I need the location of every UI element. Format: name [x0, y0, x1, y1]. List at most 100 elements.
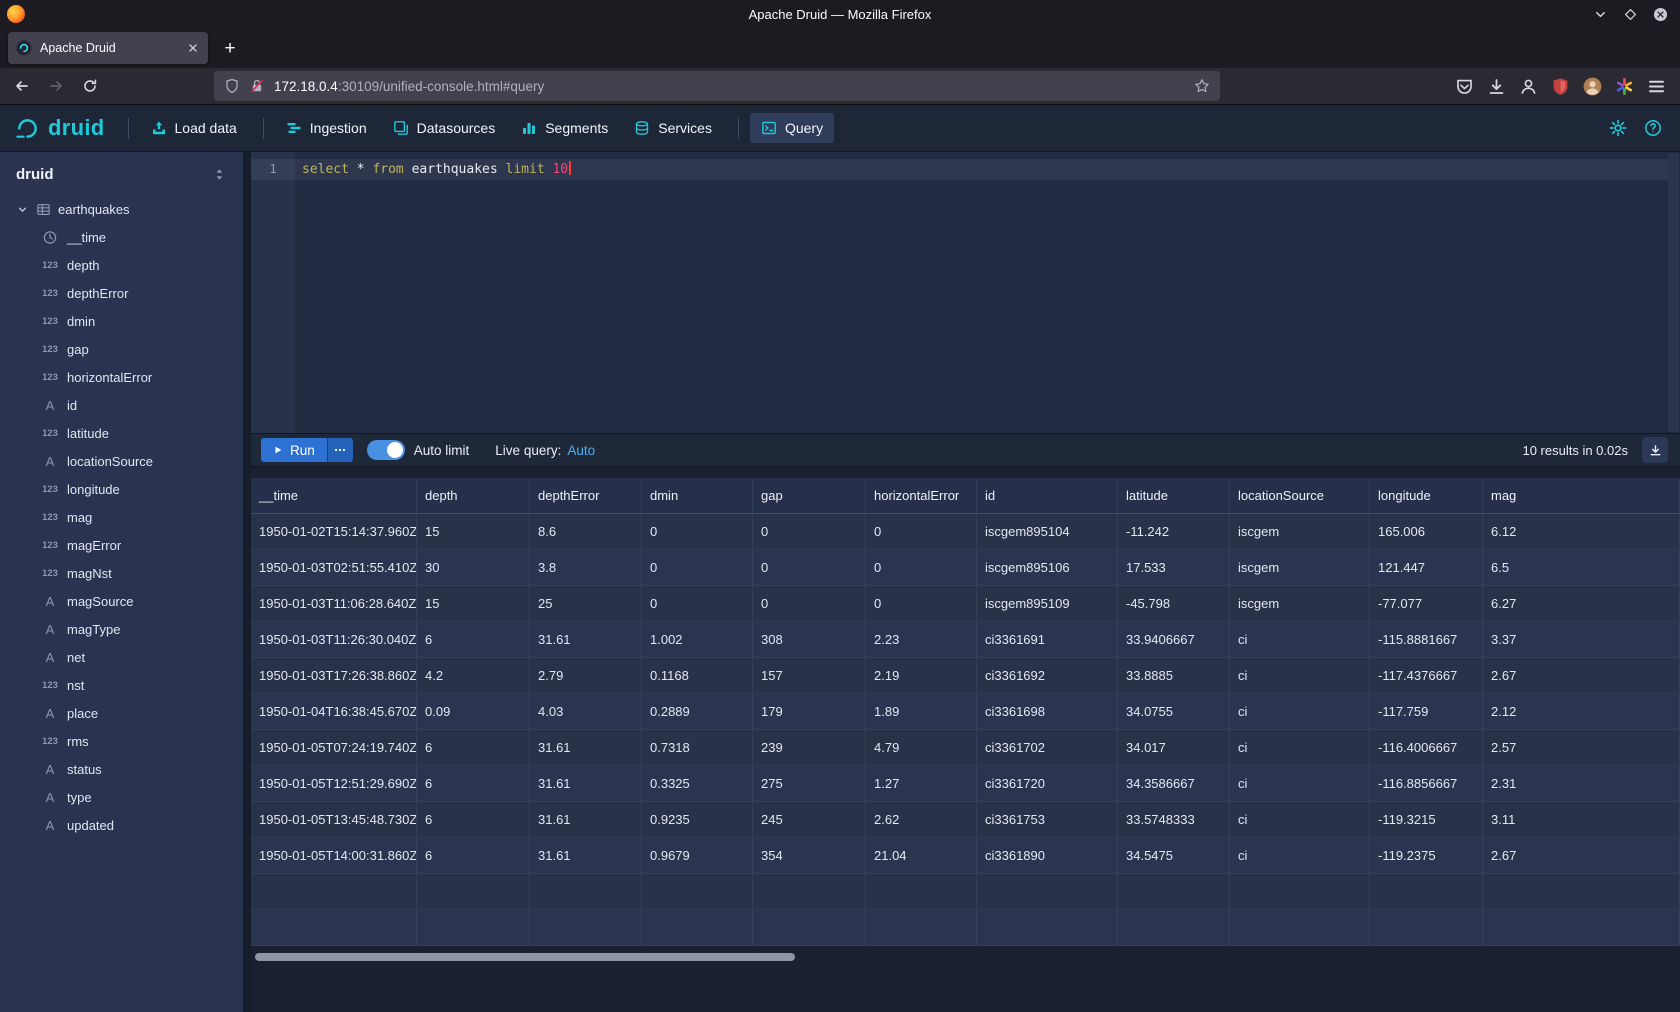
sidebar-column-mag[interactable]: 123mag — [0, 503, 243, 531]
cell-depth[interactable]: 6 — [417, 802, 530, 837]
cell-locationSource[interactable]: ci — [1230, 730, 1370, 765]
run-button[interactable]: Run — [261, 438, 327, 462]
cell-horizontalError[interactable]: 2.19 — [866, 658, 977, 693]
column-header-mag[interactable]: mag — [1483, 478, 1680, 513]
cell-id[interactable]: ci3361691 — [977, 622, 1118, 657]
cell-mag[interactable]: 2.67 — [1483, 658, 1680, 693]
cell-horizontalError[interactable]: 0 — [866, 550, 977, 585]
extension-pinwheel-button[interactable] — [1615, 77, 1634, 96]
cell-mag[interactable]: 2.67 — [1483, 838, 1680, 873]
forward-button[interactable] — [42, 72, 70, 100]
cell-id[interactable]: ci3361702 — [977, 730, 1118, 765]
tracking-shield-icon[interactable] — [224, 78, 240, 94]
editor-scrollbar[interactable] — [1668, 153, 1679, 432]
cell-latitude[interactable]: 33.5748333 — [1118, 802, 1230, 837]
cell-locationSource[interactable]: ci — [1230, 766, 1370, 801]
adblock-shield-button[interactable] — [1551, 77, 1570, 96]
cell-longitude[interactable]: -117.4376667 — [1370, 658, 1483, 693]
sidebar-column-place[interactable]: Aplace — [0, 699, 243, 727]
cell-latitude[interactable]: 17.533 — [1118, 550, 1230, 585]
cell-mag[interactable]: 6.5 — [1483, 550, 1680, 585]
sidebar-column-depthError[interactable]: 123depthError — [0, 279, 243, 307]
cell-longitude[interactable]: -116.4006667 — [1370, 730, 1483, 765]
chevron-down-icon[interactable] — [16, 203, 29, 216]
sidebar-column-latitude[interactable]: 123latitude — [0, 419, 243, 447]
cell-id[interactable]: ci3361698 — [977, 694, 1118, 729]
column-header-horizontalError[interactable]: horizontalError — [866, 478, 977, 513]
cell-depthError[interactable]: 25 — [530, 586, 642, 621]
cell-mag[interactable]: 6.27 — [1483, 586, 1680, 621]
sidebar-column-id[interactable]: Aid — [0, 391, 243, 419]
column-header-gap[interactable]: gap — [753, 478, 866, 513]
horizontal-scrollbar[interactable] — [255, 953, 795, 961]
new-tab-button[interactable]: + — [216, 34, 244, 62]
nav-item-query[interactable]: Query — [750, 113, 834, 143]
cell-id[interactable]: iscgem895104 — [977, 514, 1118, 549]
cell-__time[interactable]: 1950-01-03T11:06:28.640Z — [251, 586, 417, 621]
cell-locationSource[interactable]: ci — [1230, 694, 1370, 729]
live-query-mode-link[interactable]: Auto — [567, 443, 595, 458]
cell-gap[interactable]: 308 — [753, 622, 866, 657]
sql-query-text[interactable]: select * from earthquakes limit 10 — [295, 159, 571, 180]
cell-dmin[interactable]: 0.2889 — [642, 694, 753, 729]
cell-dmin[interactable]: 0 — [642, 586, 753, 621]
sidebar-column-__time[interactable]: __time — [0, 223, 243, 251]
cell-__time[interactable]: 1950-01-05T12:51:29.690Z — [251, 766, 417, 801]
cell-dmin[interactable]: 0 — [642, 514, 753, 549]
cell-gap[interactable]: 354 — [753, 838, 866, 873]
cell-mag[interactable]: 2.31 — [1483, 766, 1680, 801]
cell-locationSource[interactable]: iscgem — [1230, 586, 1370, 621]
window-chevron-icon[interactable] — [1593, 7, 1608, 22]
cell-depthError[interactable]: 3.8 — [530, 550, 642, 585]
cell-depth[interactable]: 0.09 — [417, 694, 530, 729]
cell-gap[interactable]: 0 — [753, 550, 866, 585]
cell-longitude[interactable]: -115.8881667 — [1370, 622, 1483, 657]
cell-mag[interactable]: 2.57 — [1483, 730, 1680, 765]
cell-longitude[interactable]: 121.447 — [1370, 550, 1483, 585]
cell-mag[interactable]: 3.37 — [1483, 622, 1680, 657]
cell-gap[interactable]: 239 — [753, 730, 866, 765]
sidebar-column-magError[interactable]: 123magError — [0, 531, 243, 559]
cell-id[interactable]: iscgem895106 — [977, 550, 1118, 585]
column-header-depth[interactable]: depth — [417, 478, 530, 513]
cell-dmin[interactable]: 1.002 — [642, 622, 753, 657]
pocket-button[interactable] — [1455, 77, 1474, 96]
column-header-longitude[interactable]: longitude — [1370, 478, 1483, 513]
nav-item-load-data[interactable]: Load data — [140, 113, 248, 143]
sidebar-column-dmin[interactable]: 123dmin — [0, 307, 243, 335]
browser-tab-apache-druid[interactable]: Apache Druid — [8, 32, 208, 64]
cell-horizontalError[interactable]: 0 — [866, 586, 977, 621]
nav-item-services[interactable]: Services — [623, 113, 723, 143]
cell-locationSource[interactable]: iscgem — [1230, 514, 1370, 549]
cell-id[interactable]: ci3361890 — [977, 838, 1118, 873]
cell-id[interactable]: ci3361753 — [977, 802, 1118, 837]
cell-longitude[interactable]: 165.006 — [1370, 514, 1483, 549]
cell-depth[interactable]: 6 — [417, 838, 530, 873]
cell-id[interactable]: iscgem895109 — [977, 586, 1118, 621]
cell-mag[interactable]: 6.12 — [1483, 514, 1680, 549]
cell-depthError[interactable]: 31.61 — [530, 802, 642, 837]
cell-latitude[interactable]: 34.017 — [1118, 730, 1230, 765]
menu-button[interactable] — [1647, 77, 1666, 96]
cell-dmin[interactable]: 0.9235 — [642, 802, 753, 837]
cell-horizontalError[interactable]: 1.27 — [866, 766, 977, 801]
cell-depth[interactable]: 30 — [417, 550, 530, 585]
sidebar-column-gap[interactable]: 123gap — [0, 335, 243, 363]
cell-horizontalError[interactable]: 1.89 — [866, 694, 977, 729]
tab-close-icon[interactable] — [186, 41, 200, 55]
sidebar-table-earthquakes[interactable]: earthquakes — [0, 195, 243, 223]
cell-horizontalError[interactable]: 2.62 — [866, 802, 977, 837]
sidebar-column-longitude[interactable]: 123longitude — [0, 475, 243, 503]
column-header-locationSource[interactable]: locationSource — [1230, 478, 1370, 513]
cell-id[interactable]: ci3361692 — [977, 658, 1118, 693]
back-button[interactable] — [8, 72, 36, 100]
run-more-button[interactable] — [327, 438, 353, 462]
cell-__time[interactable]: 1950-01-05T14:00:31.860Z — [251, 838, 417, 873]
cell-locationSource[interactable]: iscgem — [1230, 550, 1370, 585]
cell-latitude[interactable]: 34.5475 — [1118, 838, 1230, 873]
cell-horizontalError[interactable]: 4.79 — [866, 730, 977, 765]
sidebar-column-net[interactable]: Anet — [0, 643, 243, 671]
sidebar-column-magType[interactable]: AmagType — [0, 615, 243, 643]
sidebar-column-magSource[interactable]: AmagSource — [0, 587, 243, 615]
cell-longitude[interactable]: -119.3215 — [1370, 802, 1483, 837]
